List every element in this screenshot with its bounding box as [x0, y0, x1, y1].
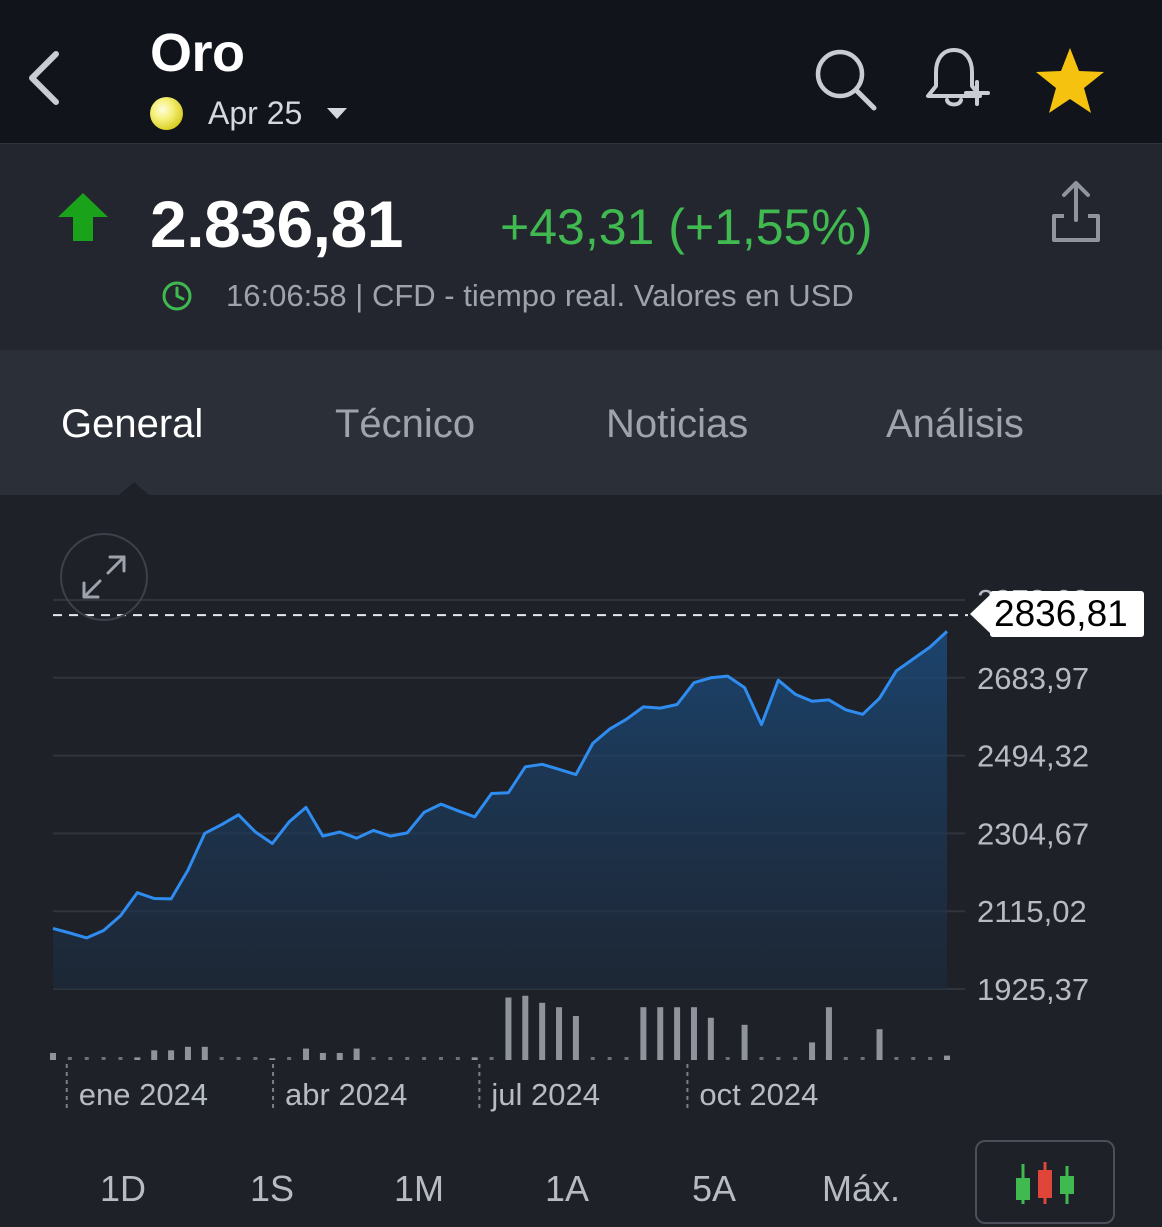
period-1s[interactable]: 1S [250, 1168, 294, 1210]
volume-tick [894, 1057, 899, 1060]
volume-bar [825, 1007, 832, 1060]
volume-bar [336, 1052, 343, 1060]
volume-bar [944, 1055, 950, 1060]
volume-tick [405, 1057, 410, 1060]
volume-bar [201, 1046, 208, 1060]
volume-bar [151, 1050, 158, 1060]
period-1m[interactable]: 1M [394, 1168, 444, 1210]
volume-tick [388, 1057, 393, 1060]
volume-bar [572, 1016, 579, 1060]
expand-chart-button[interactable] [60, 533, 148, 621]
volume-bar [303, 1048, 310, 1060]
volume-tick [911, 1057, 916, 1060]
contract-selector[interactable]: Apr 25 [208, 95, 302, 132]
tab-noticias[interactable]: Noticias [606, 402, 748, 447]
volume-bar [539, 1002, 546, 1060]
volume-bar [657, 1007, 664, 1060]
volume-tick [590, 1057, 595, 1060]
volume-tick [67, 1057, 72, 1060]
volume-bar [184, 1046, 191, 1060]
tab-tecnico[interactable]: Técnico [335, 402, 475, 447]
volume-bar [50, 1052, 56, 1060]
y-tick-label: 2304,67 [977, 816, 1089, 851]
volume-bar [876, 1029, 883, 1060]
price-area [53, 631, 947, 989]
volume-tick [438, 1057, 443, 1060]
x-tick-label: jul 2024 [490, 1077, 600, 1112]
clock-icon [162, 281, 192, 311]
volume-bar [505, 997, 512, 1060]
volume-bar [353, 1048, 360, 1060]
volume-bar [707, 1017, 714, 1060]
volume-bar [690, 1007, 697, 1060]
volume-bar [522, 995, 529, 1060]
volume-tick [843, 1057, 848, 1060]
volume-bar [319, 1052, 326, 1060]
volume-tick [118, 1057, 123, 1060]
volume-tick [607, 1057, 612, 1060]
volume-tick [489, 1057, 494, 1060]
active-tab-indicator [119, 482, 149, 495]
volume-bar [556, 1007, 563, 1060]
chevron-down-icon[interactable] [327, 108, 347, 119]
period-1d[interactable]: 1D [100, 1168, 146, 1210]
y-tick-label: 2115,02 [977, 894, 1087, 929]
volume-tick [793, 1057, 798, 1060]
period-max[interactable]: Máx. [822, 1168, 900, 1210]
price-tag-pointer [970, 594, 991, 634]
volume-tick [776, 1057, 781, 1060]
y-tick-label: 1925,37 [977, 972, 1089, 1007]
gold-coin-icon [150, 97, 183, 130]
period-1a[interactable]: 1A [545, 1168, 589, 1210]
volume-tick [101, 1057, 106, 1060]
tab-general[interactable]: General [61, 402, 203, 447]
volume-bar [674, 1007, 681, 1060]
volume-tick [759, 1057, 764, 1060]
x-tick-label: oct 2024 [699, 1077, 818, 1112]
back-arrow-icon[interactable] [22, 48, 66, 108]
volume-bar [134, 1057, 141, 1060]
expand-icon [82, 555, 126, 599]
tab-analisis[interactable]: Análisis [886, 402, 1024, 447]
volume-bar [269, 1058, 276, 1060]
volume-tick [287, 1057, 292, 1060]
volume-tick [84, 1057, 89, 1060]
search-icon[interactable] [812, 46, 878, 112]
volume-tick [860, 1057, 865, 1060]
volume-tick [725, 1057, 730, 1060]
volume-tick [624, 1057, 629, 1060]
up-arrow-icon [58, 193, 108, 241]
volume-bar [741, 1024, 748, 1060]
instrument-title: Oro [150, 23, 245, 83]
y-tick-label: 2683,97 [977, 661, 1089, 696]
volume-bar [640, 1007, 647, 1060]
price-change: +43,31 (+1,55%) [500, 199, 873, 255]
last-price: 2.836,81 [150, 187, 403, 261]
volume-bar [809, 1042, 816, 1060]
candlestick-icon [1016, 1162, 1074, 1204]
period-5a[interactable]: 5A [692, 1168, 736, 1210]
price-chart[interactable]: 2873,622683,972494,322304,672115,021925,… [0, 495, 1162, 1135]
y-tick-label: 2494,32 [977, 739, 1089, 774]
share-icon[interactable] [1048, 178, 1104, 244]
quote-time-info: 16:06:58 | CFD - tiempo real. Valores en… [226, 278, 854, 313]
favorite-star-icon[interactable] [1033, 44, 1107, 118]
volume-bar [471, 1057, 478, 1060]
x-tick-label: abr 2024 [285, 1077, 407, 1112]
chart-type-button[interactable] [975, 1140, 1115, 1224]
current-price-label: 2836,81 [994, 593, 1128, 634]
volume-bar [168, 1050, 175, 1060]
volume-tick [455, 1057, 460, 1060]
volume-tick [253, 1057, 258, 1060]
volume-tick [422, 1057, 427, 1060]
volume-tick [236, 1057, 241, 1060]
volume-tick [219, 1057, 224, 1060]
volume-tick [928, 1057, 933, 1060]
add-alert-bell-icon[interactable] [920, 42, 992, 114]
x-tick-label: ene 2024 [79, 1077, 208, 1112]
volume-tick [371, 1057, 376, 1060]
